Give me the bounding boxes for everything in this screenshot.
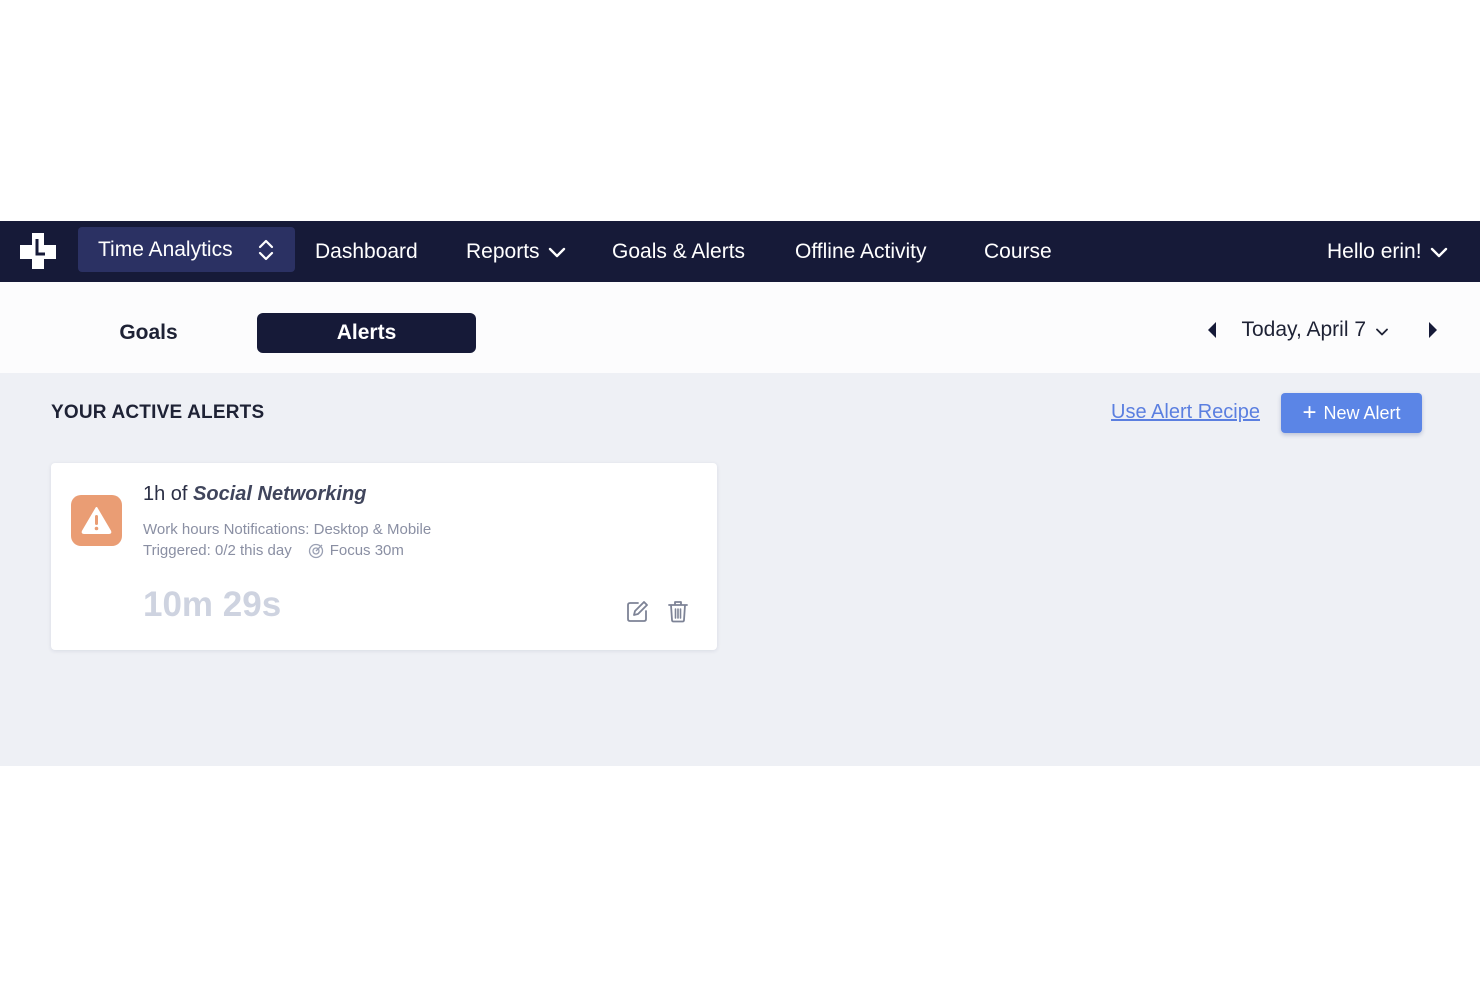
nav-item-reports[interactable]: Reports	[466, 221, 566, 282]
alert-card: 1h of Social Networking Work hours Notif…	[51, 463, 717, 650]
top-nav: Time Analytics Dashboard Reports Goals &…	[0, 221, 1480, 282]
new-alert-label: New Alert	[1323, 402, 1401, 423]
nav-item-label: Goals & Alerts	[612, 239, 746, 263]
alert-schedule: Work hours Notifications: Desktop & Mobi…	[143, 521, 432, 538]
alert-threshold: 1h of	[143, 483, 188, 505]
product-switcher[interactable]: Time Analytics	[78, 227, 295, 272]
focus-info: Focus 30m	[308, 542, 404, 559]
chevron-down-icon	[548, 247, 565, 257]
app-logo-icon[interactable]	[18, 231, 60, 271]
section-title: YOUR ACTIVE ALERTS	[51, 402, 265, 423]
sub-header: Goals Alerts Today, April 7	[0, 282, 1480, 373]
alert-title: 1h of Social Networking	[143, 483, 366, 506]
user-menu[interactable]: Hello erin!	[1327, 221, 1448, 282]
date-label-text: Today, April 7	[1241, 318, 1366, 341]
tab-alerts[interactable]: Alerts	[257, 313, 476, 353]
nav-item-dashboard[interactable]: Dashboard	[315, 221, 418, 282]
use-alert-recipe-link[interactable]: Use Alert Recipe	[1111, 401, 1260, 424]
chevron-down-icon	[1376, 328, 1388, 336]
warning-triangle-icon	[81, 507, 112, 534]
product-switcher-label: Time Analytics	[98, 237, 233, 261]
app-root: Time Analytics Dashboard Reports Goals &…	[0, 221, 1480, 766]
tab-label: Goals	[119, 321, 178, 344]
alert-trigger-info: Triggered: 0/2 this day Focus 30m	[143, 542, 404, 559]
nav-item-goals-alerts[interactable]: Goals & Alerts	[612, 221, 745, 282]
alert-category: Social Networking	[193, 483, 367, 505]
nav-item-label: Reports	[466, 239, 540, 263]
date-picker[interactable]: Today, April 7	[1241, 318, 1388, 342]
focus-label: Focus 30m	[329, 542, 404, 559]
nav-item-label: Course	[984, 239, 1052, 263]
caret-left-icon[interactable]	[1205, 321, 1219, 339]
nav-item-label: Offline Activity	[795, 239, 927, 263]
elapsed-time: 10m 29s	[143, 585, 282, 624]
chevron-down-icon	[1430, 247, 1447, 257]
user-greeting: Hello erin!	[1327, 239, 1422, 263]
focus-target-icon	[308, 543, 323, 558]
tab-goals[interactable]: Goals	[39, 313, 258, 353]
alert-triggered: Triggered: 0/2 this day	[143, 542, 292, 559]
trash-icon[interactable]	[667, 599, 689, 623]
chevron-up-down-icon	[258, 239, 274, 261]
warning-icon	[71, 495, 122, 546]
new-alert-button[interactable]: + New Alert	[1281, 393, 1422, 433]
tab-label: Alerts	[336, 321, 397, 344]
plus-icon: +	[1302, 399, 1317, 426]
nav-item-label: Dashboard	[315, 239, 418, 263]
nav-item-course[interactable]: Course	[984, 221, 1052, 282]
nav-item-offline-activity[interactable]: Offline Activity	[795, 221, 927, 282]
caret-right-icon[interactable]	[1426, 321, 1440, 339]
edit-icon[interactable]	[626, 599, 648, 623]
date-navigator: Today, April 7	[1205, 310, 1440, 350]
